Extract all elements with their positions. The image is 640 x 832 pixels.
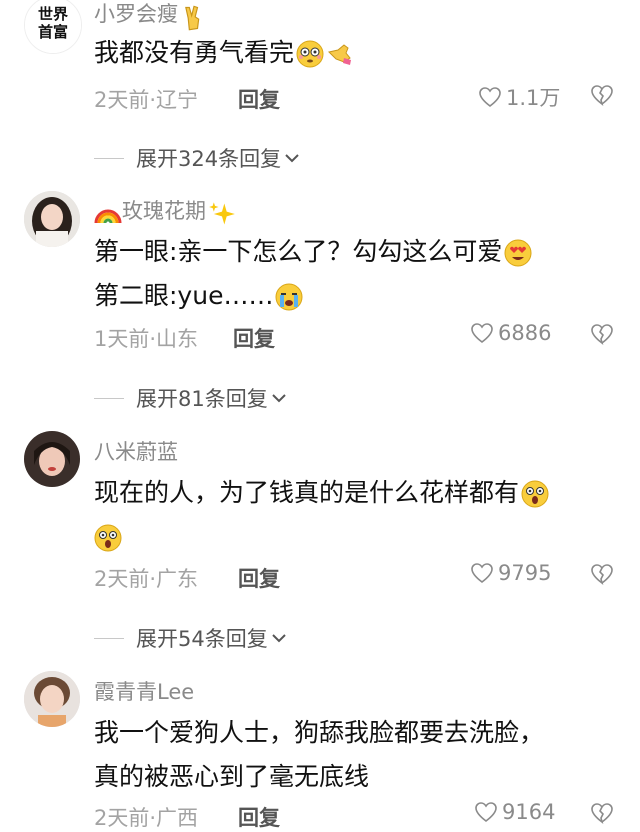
username[interactable]: 霞青青Lee xyxy=(94,676,194,706)
reply-button[interactable]: 回复 xyxy=(233,323,275,353)
comment-text: 我一个爱狗人士，狗舔我脸都要去洗脸， 真的被恶心到了毫无底线 xyxy=(94,718,545,791)
heart-outline-icon xyxy=(479,87,501,108)
avatar-photo xyxy=(24,671,80,727)
divider xyxy=(94,157,124,159)
heart-outline-icon xyxy=(471,563,493,584)
svg-text:首富: 首富 xyxy=(38,23,68,41)
avatar[interactable] xyxy=(24,191,80,247)
like-button[interactable]: 9164 xyxy=(474,800,555,824)
reply-button[interactable]: 回复 xyxy=(238,84,280,114)
astonished-face-emoji-icon xyxy=(521,480,549,508)
broken-heart-icon[interactable] xyxy=(590,83,614,107)
username[interactable]: 玫瑰花期 xyxy=(94,195,235,225)
avatar[interactable] xyxy=(24,671,80,727)
comment-text: 第一眼:亲一下怎么了？勾勾这么可爱 第二眼:yue…… xyxy=(94,230,532,318)
comment-meta: 2天前·辽宁 xyxy=(94,88,199,112)
astonished-face-emoji-icon xyxy=(94,524,122,552)
expand-replies-button[interactable]: 展开81条回复 xyxy=(94,383,288,413)
heart-outline-icon xyxy=(475,802,497,823)
like-count: 9164 xyxy=(502,800,556,824)
svg-text:世界: 世界 xyxy=(38,5,68,23)
broken-heart-icon[interactable] xyxy=(590,801,614,825)
broken-heart-icon[interactable] xyxy=(590,562,614,586)
broken-heart-icon[interactable] xyxy=(590,322,614,346)
avatar[interactable] xyxy=(24,431,80,487)
comment-meta: 1天前·山东 xyxy=(94,327,199,351)
victory-hand-emoji-icon xyxy=(180,4,202,31)
chevron-down-icon xyxy=(272,634,286,643)
avatar-text-logo: 世界 首富 xyxy=(25,0,81,53)
rainbow-emoji-icon xyxy=(94,199,122,225)
username[interactable]: 小罗会瘦 xyxy=(94,0,202,31)
expand-replies-button[interactable]: 展开54条回复 xyxy=(94,623,288,653)
reply-button[interactable]: 回复 xyxy=(238,802,280,832)
expand-replies-button[interactable]: 展开324条回复 xyxy=(94,143,301,173)
divider xyxy=(94,397,124,399)
chevron-down-icon xyxy=(285,154,299,163)
like-button[interactable]: 9795 xyxy=(470,561,551,585)
comment-text: 现在的人，为了钱真的是什么花样都有 xyxy=(94,471,549,559)
heart-outline-icon xyxy=(471,323,493,344)
loudly-crying-face-emoji-icon xyxy=(275,283,303,311)
avatar[interactable]: 世界 首富 xyxy=(24,0,82,54)
flushed-face-emoji-icon xyxy=(296,40,324,68)
chevron-down-icon xyxy=(272,394,286,403)
sparkles-emoji-icon xyxy=(208,200,235,225)
smiling-face-with-heart-eyes-emoji-icon xyxy=(504,239,532,267)
pointing-hand-emoji-icon xyxy=(326,40,354,68)
comment-meta: 2天前·广西 xyxy=(94,806,199,830)
divider xyxy=(94,637,124,639)
username[interactable]: 八米蔚蓝 xyxy=(94,436,178,466)
comment-text: 我都没有勇气看完 xyxy=(94,31,354,75)
like-count: 1.1万 xyxy=(506,86,561,110)
like-button[interactable]: 1.1万 xyxy=(478,82,560,112)
like-count: 6886 xyxy=(498,321,552,345)
reply-button[interactable]: 回复 xyxy=(238,563,280,593)
avatar-photo xyxy=(24,191,80,247)
comment-meta: 2天前·广东 xyxy=(94,567,199,591)
avatar-photo xyxy=(24,431,80,487)
like-count: 9795 xyxy=(498,561,552,585)
like-button[interactable]: 6886 xyxy=(470,321,551,345)
